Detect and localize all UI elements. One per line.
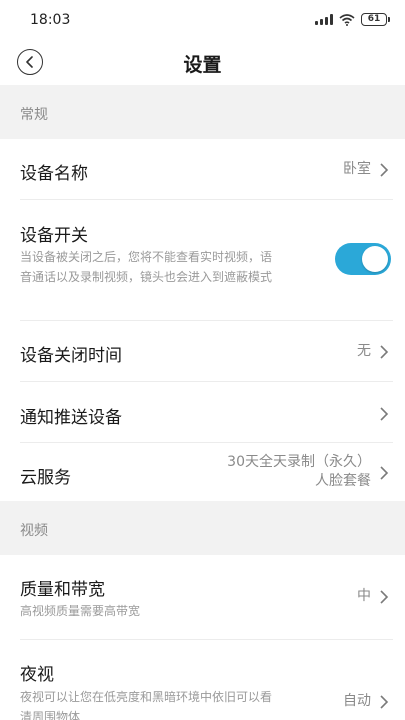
setting-desc-line1: 当设备被关闭之后，您将不能查看实时视频，语 <box>20 250 273 264</box>
setting-shutdown-time[interactable]: 设备关闭时间 无 <box>0 321 405 382</box>
wifi-icon <box>339 13 355 26</box>
setting-value: 卧室 <box>343 161 371 177</box>
setting-night-vision[interactable]: 夜视 夜视可以让您在低亮度和黑暗环境中依旧可以看 清周围物体 自动 <box>0 640 405 720</box>
section-header-general: 常规 <box>0 85 405 139</box>
setting-cloud-service[interactable]: 云服务 30天全天录制（永久） 人脸套餐 <box>0 443 405 504</box>
setting-device-name[interactable]: 设备名称 卧室 <box>0 139 405 200</box>
battery-level: 61 <box>367 14 381 24</box>
setting-value: 30天全天录制（永久） 人脸套餐 <box>227 453 371 491</box>
chevron-right-icon <box>380 466 389 480</box>
setting-label: 设备开关 <box>20 226 88 246</box>
setting-label: 夜视 <box>20 665 54 685</box>
signal-icon <box>315 14 333 25</box>
status-time: 18:03 <box>30 12 71 28</box>
chevron-right-icon <box>380 163 389 177</box>
chevron-right-icon <box>380 407 389 421</box>
device-switch-toggle[interactable] <box>335 243 391 275</box>
cloud-plan-line1: 30天全天录制（永久） <box>227 454 371 470</box>
setting-value: 自动 <box>343 693 371 709</box>
chevron-right-icon <box>380 590 389 604</box>
setting-label: 通知推送设备 <box>20 408 122 428</box>
setting-desc: 高视频质量需要高带宽 <box>20 604 141 618</box>
setting-value: 中 <box>357 588 371 604</box>
cloud-plan-line2: 人脸套餐 <box>315 473 371 489</box>
section-header-label: 视频 <box>20 523 48 539</box>
page-title: 设置 <box>183 54 222 76</box>
setting-value: 无 <box>357 343 371 359</box>
setting-label: 设备关闭时间 <box>20 346 122 366</box>
nav-bar: 设置 <box>0 40 405 84</box>
setting-notify-devices[interactable]: 通知推送设备 <box>0 382 405 443</box>
setting-quality-bandwidth[interactable]: 质量和带宽 高视频质量需要高带宽 中 <box>0 555 405 640</box>
setting-desc-line1: 夜视可以让您在低亮度和黑暗环境中依旧可以看 <box>20 690 273 704</box>
section-header-video: 视频 <box>0 501 405 555</box>
setting-desc-line2: 音通话以及录制视频，镜头也会进入到遮蔽模式 <box>20 270 273 284</box>
chevron-right-icon <box>380 695 389 709</box>
status-bar: 18:03 61 <box>0 0 405 40</box>
setting-label: 云服务 <box>20 468 71 488</box>
setting-label: 质量和带宽 <box>20 580 105 600</box>
section-header-label: 常规 <box>20 107 48 123</box>
status-icons: 61 <box>315 13 390 26</box>
battery-icon: 61 <box>361 13 390 26</box>
chevron-right-icon <box>380 345 389 359</box>
setting-device-switch: 设备开关 当设备被关闭之后，您将不能查看实时视频，语 音通话以及录制视频，镜头也… <box>0 200 405 321</box>
toggle-knob <box>362 246 388 272</box>
setting-label: 设备名称 <box>20 164 88 184</box>
setting-desc-line2: 清周围物体 <box>20 710 81 720</box>
